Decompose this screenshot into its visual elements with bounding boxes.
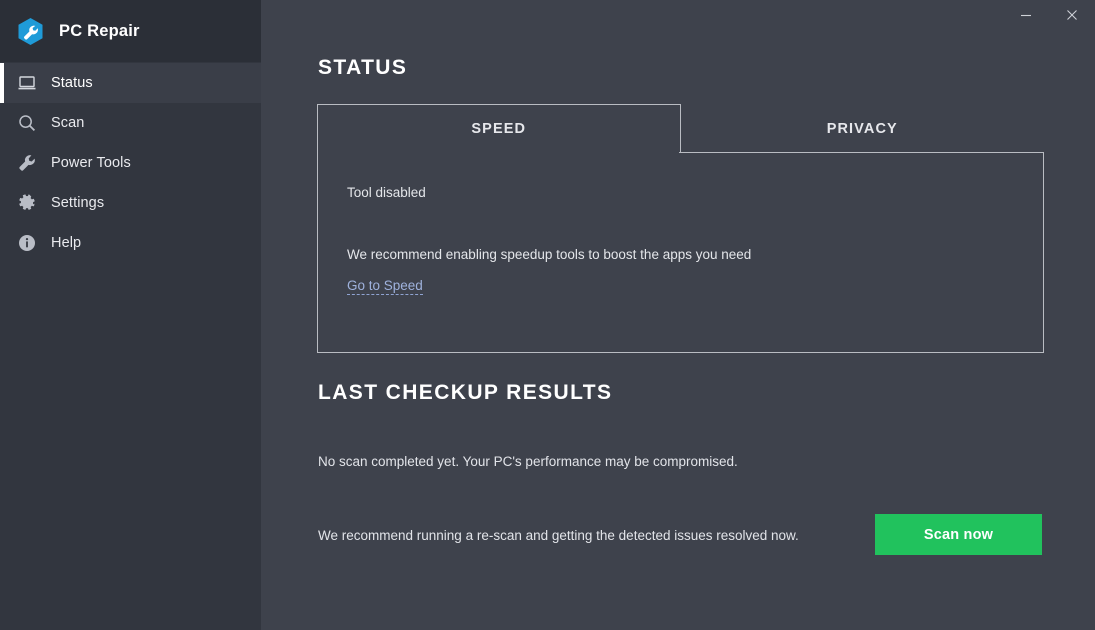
sidebar-item-label: Scan — [51, 115, 85, 131]
sidebar-item-label: Status — [51, 75, 93, 91]
wrench-icon — [16, 152, 38, 174]
sidebar: PC Repair Status Scan Power Tools Settin… — [0, 0, 261, 630]
sidebar-item-label: Settings — [51, 195, 105, 211]
speed-recommendation-text: We recommend enabling speedup tools to b… — [347, 247, 752, 262]
app-title: PC Repair — [59, 21, 140, 40]
sidebar-item-label: Help — [51, 235, 82, 251]
sidebar-item-scan[interactable]: Scan — [0, 103, 261, 143]
wrench-hexagon-icon — [16, 17, 45, 46]
sidebar-item-power-tools[interactable]: Power Tools — [0, 143, 261, 183]
info-icon — [16, 232, 38, 254]
rescan-message: We recommend running a re-scan and getti… — [318, 528, 799, 543]
tab-speed[interactable]: SPEED — [317, 104, 681, 153]
tab-privacy[interactable]: PRIVACY — [681, 104, 1045, 153]
minimize-icon[interactable] — [1003, 0, 1049, 30]
sidebar-nav: Status Scan Power Tools Settings Help — [0, 62, 261, 263]
gear-icon — [16, 192, 38, 214]
tab-bar: SPEED PRIVACY — [317, 104, 1044, 153]
last-checkup-results-title: LAST CHECKUP RESULTS — [318, 381, 613, 404]
page-title: STATUS — [318, 56, 408, 79]
scan-now-button[interactable]: Scan now — [875, 514, 1042, 555]
app-window: PC Repair Status Scan Power Tools Settin… — [0, 0, 1095, 630]
go-to-speed-link[interactable]: Go to Speed — [347, 278, 423, 295]
sidebar-header: PC Repair — [0, 0, 261, 62]
speed-tab-panel: Tool disabled We recommend enabling spee… — [317, 152, 1044, 353]
window-controls — [1003, 0, 1095, 30]
close-icon[interactable] — [1049, 0, 1095, 30]
search-icon — [16, 112, 38, 134]
sidebar-item-status[interactable]: Status — [0, 63, 261, 103]
main-content: STATUS SPEED PRIVACY Tool disabled We re… — [261, 0, 1095, 630]
results-message: No scan completed yet. Your PC's perform… — [318, 454, 738, 469]
sidebar-item-label: Power Tools — [51, 155, 131, 171]
sidebar-item-help[interactable]: Help — [0, 223, 261, 263]
active-tab-border-mask — [318, 152, 679, 153]
tool-status-text: Tool disabled — [347, 185, 426, 200]
monitor-icon — [16, 72, 38, 94]
sidebar-item-settings[interactable]: Settings — [0, 183, 261, 223]
